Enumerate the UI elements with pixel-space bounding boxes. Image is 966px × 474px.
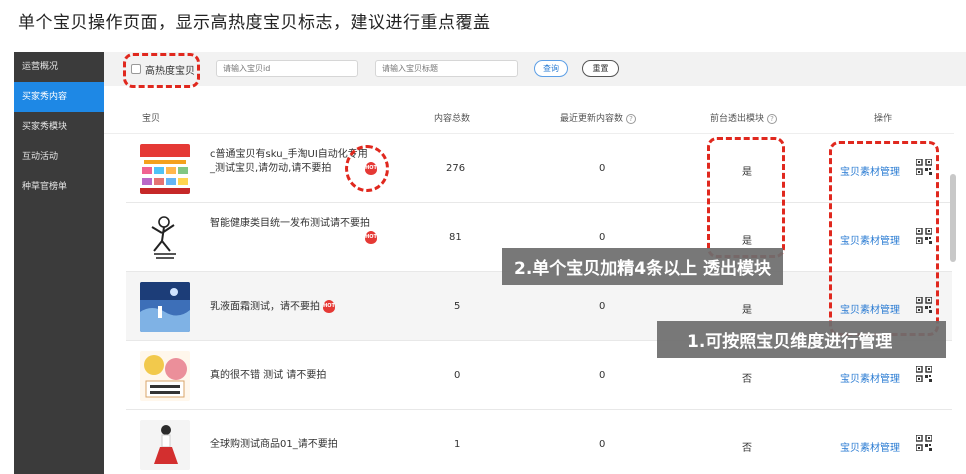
manage-link[interactable]: 宝贝素材管理: [840, 439, 900, 454]
item-title[interactable]: 全球购测试商品01_请不要拍: [210, 438, 370, 452]
reset-button[interactable]: 重置: [582, 60, 619, 77]
recent-count: 0: [599, 301, 606, 312]
annotation-label-front-module: 2.单个宝贝加精4条以上 透出模块: [502, 248, 784, 285]
item-thumbnail[interactable]: [140, 282, 190, 332]
total-count: 1: [454, 439, 461, 450]
item-title[interactable]: 智能健康类目统一发布测试请不要拍: [210, 217, 370, 231]
item-id-input[interactable]: [216, 60, 358, 77]
annotation-box-hot-filter: [123, 53, 200, 88]
table-header: 宝贝 内容总数 最近更新内容数? 前台透出模块? 操作: [104, 86, 954, 134]
header-recent: 最近更新内容数?: [560, 111, 637, 124]
total-count: 0: [454, 370, 461, 381]
total-count: 81: [449, 232, 462, 243]
page-caption: 单个宝贝操作页面，显示高热度宝贝标志，建议进行重点覆盖: [18, 13, 491, 33]
sidebar-item-activity[interactable]: 互动活动: [14, 142, 104, 172]
recent-count: 0: [599, 163, 606, 174]
sidebar-item-ranking[interactable]: 种草官榜单: [14, 172, 104, 202]
total-count: 5: [454, 301, 461, 312]
item-thumbnail[interactable]: [140, 144, 190, 194]
item-title[interactable]: 乳液面霜测试，请不要拍 HOT: [210, 300, 370, 315]
annotation-label-manage: 1.可按照宝贝维度进行管理: [657, 321, 946, 358]
recent-count: 0: [599, 370, 606, 381]
filter-bar: 高热度宝贝 查询 重置: [104, 52, 966, 86]
header-recent-label: 最近更新内容数: [560, 114, 624, 124]
sidebar-item-buyer-content[interactable]: 买家秀内容: [14, 82, 104, 112]
item-thumbnail[interactable]: [140, 351, 190, 401]
header-ops: 操作: [874, 114, 893, 124]
recent-count: 0: [599, 439, 606, 450]
hot-icon: HOT: [365, 231, 377, 244]
total-count: 276: [446, 163, 466, 174]
front-status: 否: [742, 374, 752, 385]
recent-count: 0: [599, 232, 606, 243]
header-front: 前台透出模块?: [710, 111, 778, 124]
sidebar-item-buyer-module[interactable]: 买家秀模块: [14, 112, 104, 142]
sidebar: 运营概况 买家秀内容 买家秀模块 互动活动 种草官榜单: [14, 52, 104, 474]
front-status: 否: [742, 443, 752, 454]
item-title-input[interactable]: [375, 60, 518, 77]
annotation-box-hot-icon: [345, 145, 389, 192]
help-icon[interactable]: ?: [767, 113, 778, 124]
table-row: 全球购测试商品01_请不要拍 1 0 否 宝贝素材管理: [126, 410, 952, 474]
item-title-text: 智能健康类目统一发布测试请不要拍: [210, 218, 370, 229]
header-total: 内容总数: [434, 114, 471, 124]
item-title[interactable]: 真的很不错 测试 请不要拍: [210, 369, 370, 383]
header-item: 宝贝: [142, 114, 161, 124]
annotation-box-front-module: [707, 137, 785, 258]
sidebar-item-overview[interactable]: 运营概况: [14, 52, 104, 82]
header-front-label: 前台透出模块: [710, 114, 765, 124]
qr-code-icon[interactable]: [916, 435, 932, 451]
hot-icon: HOT: [323, 300, 335, 313]
front-status: 是: [742, 305, 752, 316]
scrollbar[interactable]: [950, 174, 956, 262]
item-thumbnail[interactable]: [140, 213, 190, 263]
qr-code-icon[interactable]: [916, 366, 932, 382]
item-thumbnail[interactable]: [140, 420, 190, 470]
manage-link[interactable]: 宝贝素材管理: [840, 370, 900, 385]
annotation-box-manage: [829, 141, 939, 336]
query-button[interactable]: 查询: [534, 60, 568, 77]
help-icon[interactable]: ?: [626, 113, 637, 124]
item-title-text: 乳液面霜测试，请不要拍: [210, 301, 320, 313]
